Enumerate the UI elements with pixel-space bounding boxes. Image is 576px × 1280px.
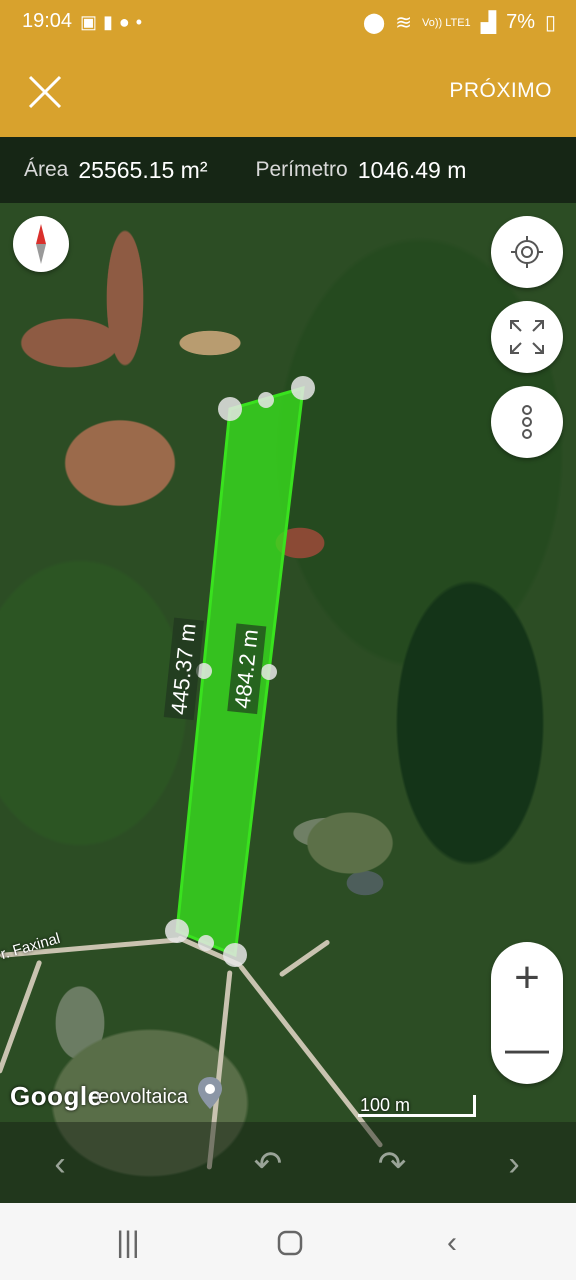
place-label: eovoltaica	[98, 1086, 189, 1108]
fit-bounds-button[interactable]	[491, 301, 563, 373]
compass-button[interactable]	[13, 216, 69, 272]
battery-icon: ▯	[544, 12, 556, 34]
my-location-button[interactable]	[491, 216, 563, 288]
notification-icons: ▣▮●•	[80, 12, 148, 33]
top-toolbar: PRÓXIMO	[0, 47, 576, 137]
status-bar: 19:04 ▣▮●• ⬤ ≋ Vo)) LTE1 ▟ 7% ▯	[0, 0, 576, 47]
signal-icon: ▟	[480, 12, 497, 34]
image-icon: ▣	[80, 12, 104, 32]
midpoint-handle[interactable]	[198, 935, 214, 951]
home-icon	[277, 1230, 303, 1256]
next-point-button[interactable]: ›	[494, 1144, 534, 1184]
compass-icon	[36, 224, 46, 264]
back-button[interactable]: ‹	[432, 1225, 472, 1261]
home-button[interactable]	[270, 1225, 310, 1261]
fit-bounds-icon	[510, 320, 544, 354]
chat-icon: ●	[118, 12, 136, 32]
next-button[interactable]: PRÓXIMO	[449, 79, 552, 103]
scale-bar: 100 m	[358, 1095, 476, 1117]
status-time: 19:04	[22, 10, 73, 32]
vertex-handle[interactable]	[291, 376, 315, 400]
vertex-handle[interactable]	[218, 397, 242, 421]
close-icon	[28, 75, 62, 109]
perimeter-label: Perímetro	[255, 158, 348, 181]
google-logo: Google	[10, 1081, 103, 1111]
zoom-control: + —	[491, 942, 563, 1084]
midpoint-handle[interactable]	[258, 392, 274, 408]
measurement-bar: Área 25565.15 m² Perímetro 1046.49 m	[0, 137, 576, 203]
location-icon: ⬤	[362, 12, 386, 34]
recent-apps-button[interactable]: |||	[108, 1225, 148, 1261]
perimeter-value: 1046.49 m	[357, 156, 467, 183]
vertex-handle[interactable]	[223, 943, 247, 967]
status-right: ⬤ ≋ Vo)) LTE1 ▟ 7% ▯	[363, 10, 556, 35]
midpoint-handle[interactable]	[261, 664, 277, 680]
map-view[interactable]: 445.37 m 484.2 m + — r. Faxinal Google e…	[0, 203, 576, 1203]
alert-icon: ▮	[103, 12, 119, 32]
prev-point-button[interactable]: ‹	[40, 1144, 80, 1184]
vertex-handle[interactable]	[165, 919, 189, 943]
wifi-icon: ≋	[395, 12, 412, 34]
battery-text: 7%	[506, 11, 535, 33]
edit-controls: ‹ ↶ ↷ ›	[0, 1122, 576, 1203]
my-location-icon	[511, 236, 543, 268]
zoom-out-button[interactable]: —	[491, 1013, 563, 1084]
network-label: Vo)) LTE1	[421, 16, 471, 29]
close-button[interactable]	[22, 69, 68, 115]
area-label: Área	[24, 158, 69, 181]
more-options-icon	[522, 405, 532, 439]
area-value: 25565.15 m²	[78, 156, 208, 183]
more-options-button[interactable]	[491, 386, 563, 458]
dot-icon: •	[135, 12, 149, 32]
redo-button[interactable]: ↷	[372, 1144, 412, 1184]
zoom-in-button[interactable]: +	[491, 942, 563, 1013]
undo-button[interactable]: ↶	[248, 1144, 288, 1184]
measured-area	[165, 376, 315, 967]
place-pin-icon	[198, 1077, 222, 1109]
system-nav-bar: ||| ‹	[0, 1203, 576, 1280]
